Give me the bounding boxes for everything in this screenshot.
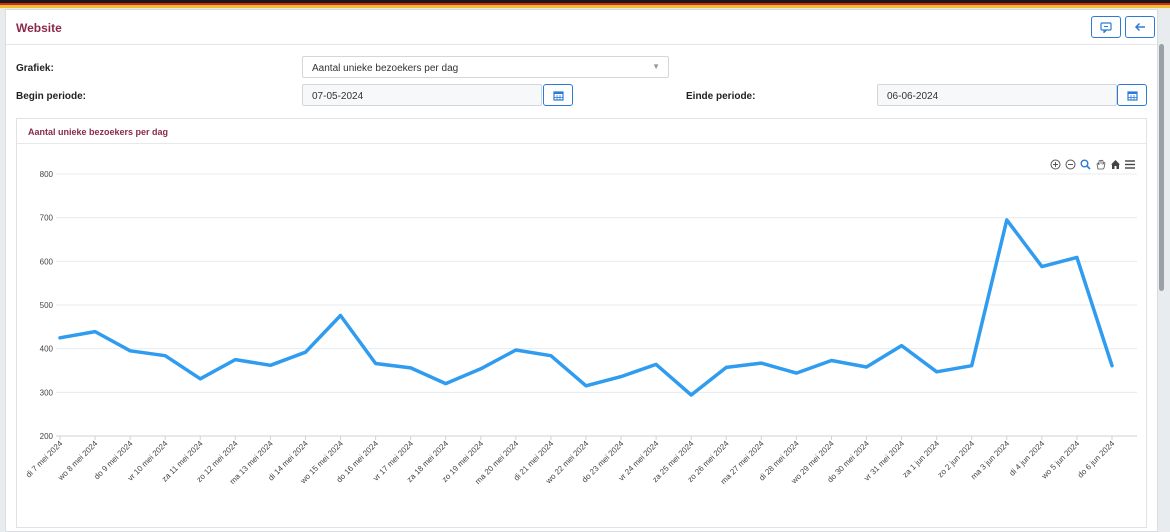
comment-button[interactable] (1091, 16, 1121, 38)
y-tick-label: 600 (40, 257, 54, 266)
grafiek-label: Grafiek: (16, 63, 54, 74)
y-tick-label: 800 (40, 170, 54, 179)
begin-periode-value: 07-05-2024 (312, 91, 364, 102)
back-button[interactable] (1125, 16, 1155, 38)
einde-periode-calendar-button[interactable] (1117, 84, 1147, 106)
page-title: Website (16, 21, 62, 35)
arrow-left-icon (1134, 22, 1145, 32)
x-tick-label: do 6 jun 2024 (1076, 439, 1117, 480)
y-tick-label: 500 (40, 301, 54, 310)
einde-periode-label: Einde periode: (686, 91, 756, 102)
series-line (58, 218, 1114, 397)
calendar-icon (552, 90, 564, 101)
line-chart: 200300400500600700800di 7 mei 2024wo 8 m… (24, 170, 1137, 486)
y-tick-label: 700 (40, 214, 54, 223)
flag-stripe (0, 0, 1170, 8)
einde-periode-input[interactable]: 06-06-2024 (877, 84, 1117, 106)
panel-header: Website (6, 10, 1157, 45)
y-tick-label: 300 (40, 388, 54, 397)
begin-periode-input[interactable]: 07-05-2024 (302, 84, 542, 106)
chart-card: Aantal unieke bezoekers per dag 200 300 40… (16, 118, 1147, 528)
calendar-icon (1126, 90, 1138, 101)
begin-periode-calendar-button[interactable] (543, 84, 573, 106)
comment-icon (1100, 21, 1112, 33)
grafiek-select-value: Aantal unieke bezoekers per dag (312, 63, 459, 74)
website-panel: Website Grafiek: Aantal unieke bezoekers… (5, 9, 1158, 532)
scrollbar-thumb[interactable] (1159, 44, 1164, 291)
grafiek-select[interactable]: Aantal unieke bezoekers per dag ▼ (302, 56, 669, 78)
einde-periode-value: 06-06-2024 (887, 91, 939, 102)
y-tick-label: 400 (40, 345, 54, 354)
chevron-down-icon: ▼ (652, 62, 660, 71)
y-tick-label: 200 (40, 432, 54, 441)
begin-periode-label: Begin periode: (16, 91, 87, 102)
